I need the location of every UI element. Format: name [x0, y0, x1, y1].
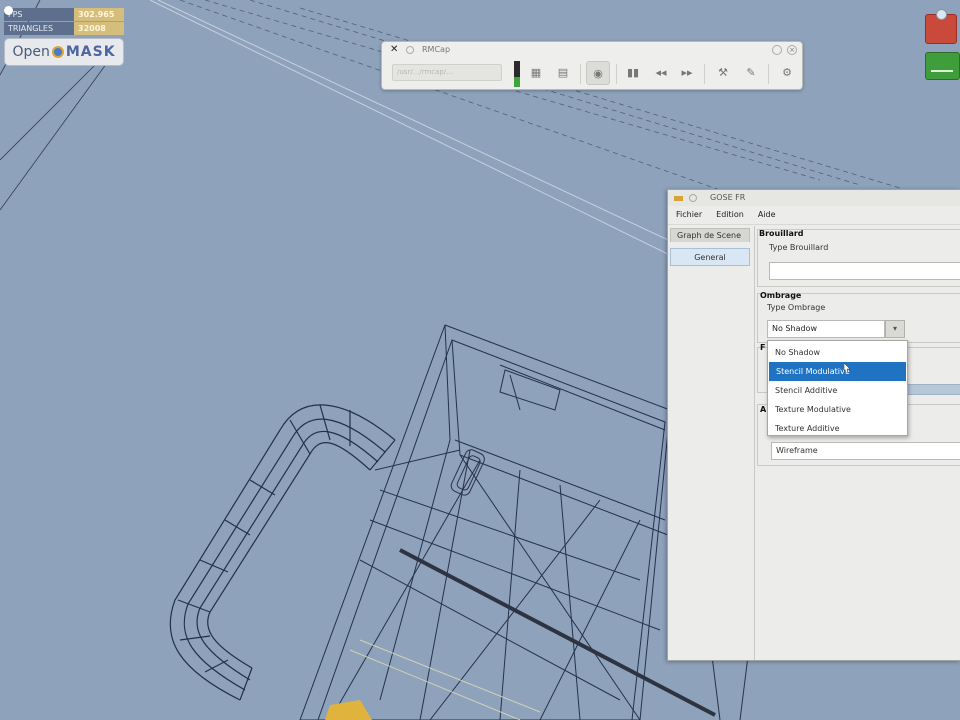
- section-slider[interactable]: [907, 384, 960, 395]
- render-mode-section-title: A: [760, 405, 767, 414]
- hud-row-triangles: TRIANGLES 32008: [4, 22, 128, 35]
- left-panel: Graph de Scene General: [668, 226, 755, 660]
- shadow-type-dropdown: No Shadow Stencil Modulative Stencil Add…: [767, 340, 908, 436]
- shadow-section-title: Ombrage: [760, 291, 802, 300]
- close-button[interactable]: ×: [787, 45, 797, 55]
- toolbar-window-title: RMCap: [422, 45, 451, 54]
- app-x-icon: ✕: [390, 44, 399, 55]
- status-dot-icon: [4, 6, 13, 15]
- battery-tray-icon[interactable]: [925, 52, 960, 80]
- film-icon[interactable]: ▤: [556, 66, 570, 80]
- app-folder-icon: [674, 196, 683, 201]
- option-stencil-modulative[interactable]: Stencil Modulative: [769, 362, 906, 381]
- rewind-icon[interactable]: ◂◂: [654, 66, 668, 80]
- window-menu-icon[interactable]: [689, 194, 697, 202]
- logo-gear-icon: [51, 46, 64, 58]
- fog-type-label: Type Brouillard: [769, 243, 829, 252]
- settings-icon[interactable]: ⚙: [780, 66, 794, 80]
- stats-hud: FPS 302.965 TRIANGLES 32008 Open MASK: [4, 8, 128, 66]
- settings-content: Brouillard Type Brouillard Ombrage Type …: [757, 226, 960, 660]
- toolbar-separator: [616, 64, 617, 84]
- nav-item-general[interactable]: General: [670, 248, 750, 266]
- settings-titlebar[interactable]: GOSE FR: [668, 190, 960, 206]
- shadow-type-label: Type Ombrage: [767, 303, 826, 312]
- shadow-type-select[interactable]: No Shadow: [767, 320, 885, 338]
- fps-value: 302.965: [74, 8, 124, 21]
- output-path-field[interactable]: /usr/.../rmcap/...: [392, 64, 502, 81]
- record-tray-icon[interactable]: [925, 9, 957, 44]
- triangles-label: TRIANGLES: [4, 22, 74, 35]
- toolbar-separator: [704, 64, 705, 84]
- openmask-logo: Open MASK: [4, 38, 124, 66]
- forward-icon[interactable]: ▸▸: [680, 66, 694, 80]
- toolbar-separator: [580, 64, 581, 84]
- menu-fichier[interactable]: Fichier: [676, 206, 702, 224]
- fog-section-title: Brouillard: [759, 229, 804, 238]
- window-menu-icon[interactable]: [406, 46, 414, 54]
- menu-bar: Fichier Edition Aide: [668, 206, 960, 225]
- menu-edition[interactable]: Edition: [716, 206, 744, 224]
- option-texture-additive[interactable]: Texture Additive: [768, 419, 907, 438]
- logo-text-open: Open: [12, 44, 50, 60]
- toolbar-body: /usr/.../rmcap/... ▦ ▤ ◉ ▮▮ ◂◂ ▸▸ ⚒ ✎ ⚙: [382, 58, 802, 89]
- minimize-button[interactable]: [772, 45, 782, 55]
- capture-toolbar-window: ✕ RMCap × /usr/.../rmcap/... ▦ ▤ ◉ ▮▮ ◂◂…: [381, 41, 803, 90]
- toolbar-titlebar[interactable]: ✕ RMCap ×: [382, 42, 802, 58]
- brush-icon[interactable]: ✎: [744, 66, 758, 80]
- shadow-select-chevron-down-icon[interactable]: ▾: [885, 320, 905, 338]
- audio-level-meter: [514, 61, 520, 87]
- calendar-icon[interactable]: ▦: [529, 66, 543, 80]
- toolbar-separator: [768, 64, 769, 84]
- record-button[interactable]: ◉: [586, 61, 610, 85]
- tools-icon[interactable]: ⚒: [716, 66, 730, 80]
- option-texture-modulative[interactable]: Texture Modulative: [768, 400, 907, 419]
- fog-type-field[interactable]: [769, 262, 960, 280]
- settings-window-title: GOSE FR: [710, 193, 746, 202]
- render-mode-field[interactable]: Wireframe: [771, 442, 960, 460]
- stop-icon[interactable]: ▮▮: [626, 66, 640, 80]
- menu-aide[interactable]: Aide: [758, 206, 776, 224]
- option-stencil-additive[interactable]: Stencil Additive: [768, 381, 907, 400]
- mouse-cursor-icon: [844, 363, 850, 373]
- tab-scene-graph[interactable]: Graph de Scene: [670, 228, 750, 242]
- option-no-shadow[interactable]: No Shadow: [768, 343, 907, 362]
- hud-row-fps: FPS 302.965: [4, 8, 128, 21]
- logo-text-mask: MASK: [65, 44, 116, 60]
- fps-label: FPS: [4, 8, 74, 21]
- triangles-value: 32008: [74, 22, 124, 35]
- hidden-section-title: F: [760, 343, 766, 352]
